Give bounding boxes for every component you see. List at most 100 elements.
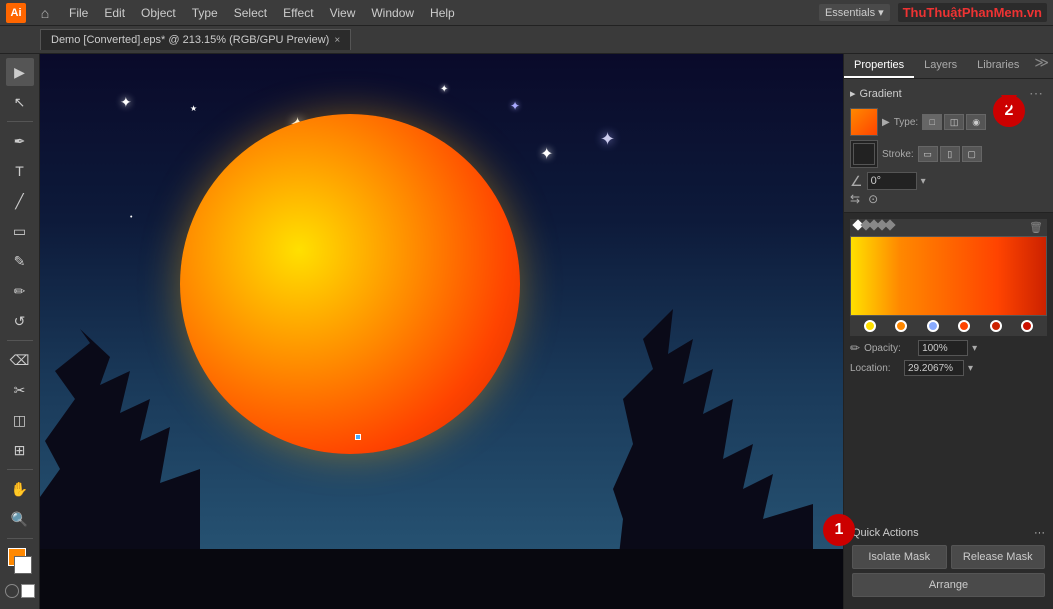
- menu-type[interactable]: Type: [185, 4, 225, 22]
- right-panels: Properties Layers Libraries ≫ ▸ Gradient…: [843, 54, 1053, 609]
- gradient-swatch[interactable]: [850, 108, 878, 136]
- release-mask-btn[interactable]: Release Mask: [951, 545, 1046, 569]
- rect-tool[interactable]: ▭: [6, 217, 34, 245]
- canvas-area[interactable]: ✦ ✦ ✦ ✦ ★ · ✦ • • ✦ ✦: [40, 54, 843, 609]
- stroke-row: Stroke: ▭ ▯ ▢: [850, 140, 1047, 168]
- arrange-btn[interactable]: Arrange: [852, 573, 1045, 597]
- annotation-circle-1: 1: [823, 514, 855, 546]
- menu-bar: Ai ⌂ File Edit Object Type Select Effect…: [0, 0, 1053, 26]
- tool-sep-3: [7, 469, 33, 470]
- panel-tabs: Properties Layers Libraries ≫: [844, 54, 1053, 79]
- normal-mode[interactable]: [5, 584, 19, 598]
- star-decoration: ✦: [510, 99, 520, 113]
- scissors-tool[interactable]: ✂: [6, 376, 34, 404]
- stroke-btn-1[interactable]: ▭: [918, 146, 938, 162]
- gradient-stops-bottom: [850, 316, 1047, 336]
- isolate-mask-btn[interactable]: Isolate Mask: [852, 545, 947, 569]
- eyedropper-icon[interactable]: ✏: [850, 341, 860, 355]
- watermark: ThuThuậtPhanMem.vn: [898, 3, 1047, 22]
- color-stop-2[interactable]: [927, 320, 939, 332]
- quick-actions-header: Quick Actions ···: [852, 527, 1045, 539]
- rotate-tool[interactable]: ↺: [6, 307, 34, 335]
- star-dot: ★: [190, 104, 197, 113]
- linear-gradient-btn[interactable]: □: [922, 114, 942, 130]
- menu-select[interactable]: Select: [227, 4, 274, 22]
- angle-icon: ∠: [850, 173, 863, 190]
- mask-actions-row: Isolate Mask Release Mask: [852, 545, 1045, 569]
- color-stop-4[interactable]: [990, 320, 1002, 332]
- selection-handle[interactable]: [355, 434, 361, 440]
- type-tool[interactable]: T: [6, 157, 34, 185]
- pen-tool[interactable]: ✒: [6, 127, 34, 155]
- menu-object[interactable]: Object: [134, 4, 183, 22]
- screen-mode[interactable]: [21, 584, 35, 598]
- selection-tool[interactable]: ▶: [6, 58, 34, 86]
- menu-file[interactable]: File: [62, 4, 95, 22]
- gradient-editor: 🗑 ✏ Opacity: ▾ Location: [844, 213, 1053, 382]
- gradient-tool[interactable]: ◫: [6, 406, 34, 434]
- eraser-tool[interactable]: ⌫: [6, 346, 34, 374]
- paintbrush-tool[interactable]: ✎: [6, 247, 34, 275]
- color-stop-0[interactable]: [864, 320, 876, 332]
- direct-select-tool[interactable]: ↖: [6, 88, 34, 116]
- hand-tool[interactable]: ✋: [6, 475, 34, 503]
- document-tab[interactable]: Demo [Converted].eps* @ 213.15% (RGB/GPU…: [40, 29, 351, 50]
- tab-libraries[interactable]: Libraries: [967, 54, 1029, 78]
- zoom-tool[interactable]: 🔍: [6, 505, 34, 533]
- star-dot: •: [130, 214, 132, 221]
- quick-actions-panel: Quick Actions ··· Isolate Mask Release M…: [844, 519, 1053, 609]
- edit-gradient-btn[interactable]: ⊙: [868, 192, 878, 206]
- star-decoration: ✦: [440, 84, 448, 95]
- color-stop-5[interactable]: [1021, 320, 1033, 332]
- panel-options-btn[interactable]: ≫: [1030, 54, 1053, 78]
- doc-tab-title: Demo [Converted].eps* @ 213.15% (RGB/GPU…: [51, 34, 329, 46]
- gradient-options-btn[interactable]: ⋯: [1025, 85, 1047, 102]
- gradient-stops-top: 🗑: [850, 219, 1047, 236]
- left-toolbar: ▶ ↖ ✒ T ╱ ▭ ✎ ✏ ↺ ⌫ ✂ ◫ ⊞ ✋ 🔍: [0, 54, 40, 609]
- stroke-btn-2[interactable]: ▯: [940, 146, 960, 162]
- tool-sep-4: [7, 538, 33, 539]
- mesh-tool[interactable]: ⊞: [6, 436, 34, 464]
- sun-circle: [180, 114, 520, 454]
- color-stop-3[interactable]: [958, 320, 970, 332]
- star-decoration: ✦: [540, 144, 553, 164]
- menu-view[interactable]: View: [323, 4, 363, 22]
- opacity-input[interactable]: [918, 340, 968, 356]
- reverse-gradient-btn[interactable]: ⇆: [850, 192, 860, 206]
- stroke-btn-3[interactable]: ▢: [962, 146, 982, 162]
- menu-edit[interactable]: Edit: [97, 4, 132, 22]
- menu-effect[interactable]: Effect: [276, 4, 320, 22]
- color-stop-1[interactable]: [895, 320, 907, 332]
- radial-gradient-btn[interactable]: ◫: [944, 114, 964, 130]
- tool-sep-1: [7, 121, 33, 122]
- star-decoration: ✦: [120, 94, 132, 111]
- background-color[interactable]: [14, 556, 32, 574]
- menu-window[interactable]: Window: [364, 4, 421, 22]
- location-input[interactable]: [904, 360, 964, 376]
- gradient-arrow[interactable]: ▶: [882, 117, 890, 128]
- line-tool[interactable]: ╱: [6, 187, 34, 215]
- menu-right: Essentials ▾ ThuThuậtPhanMem.vn: [819, 3, 1047, 22]
- gradient-panel-title: ▸ Gradient: [850, 87, 902, 100]
- angle-input[interactable]: [867, 172, 917, 190]
- tool-sep-2: [7, 340, 33, 341]
- workspace-switcher[interactable]: Essentials ▾: [819, 4, 890, 21]
- tab-layers[interactable]: Layers: [914, 54, 967, 78]
- gradient-type-buttons: □ ◫ ◉: [922, 114, 986, 130]
- stroke-swatch[interactable]: [850, 140, 878, 168]
- doc-tab-close[interactable]: ×: [334, 35, 340, 46]
- gradient-stop-4[interactable]: [884, 219, 895, 230]
- tab-bar: Demo [Converted].eps* @ 213.15% (RGB/GPU…: [0, 26, 1053, 54]
- gradient-preview-bar[interactable]: [850, 236, 1047, 316]
- star-decoration: ✦: [600, 129, 615, 150]
- pencil-tool[interactable]: ✏: [6, 277, 34, 305]
- stroke-buttons: ▭ ▯ ▢: [918, 146, 982, 162]
- delete-stop-btn[interactable]: 🗑: [1029, 221, 1043, 234]
- location-row: Location: ▾: [850, 360, 1047, 376]
- home-icon[interactable]: ⌂: [34, 2, 56, 24]
- main-layout: ▶ ↖ ✒ T ╱ ▭ ✎ ✏ ↺ ⌫ ✂ ◫ ⊞ ✋ 🔍 ✦: [0, 54, 1053, 609]
- ground-silhouette: [40, 549, 843, 609]
- freeform-gradient-btn[interactable]: ◉: [966, 114, 986, 130]
- tab-properties[interactable]: Properties: [844, 54, 914, 78]
- menu-help[interactable]: Help: [423, 4, 462, 22]
